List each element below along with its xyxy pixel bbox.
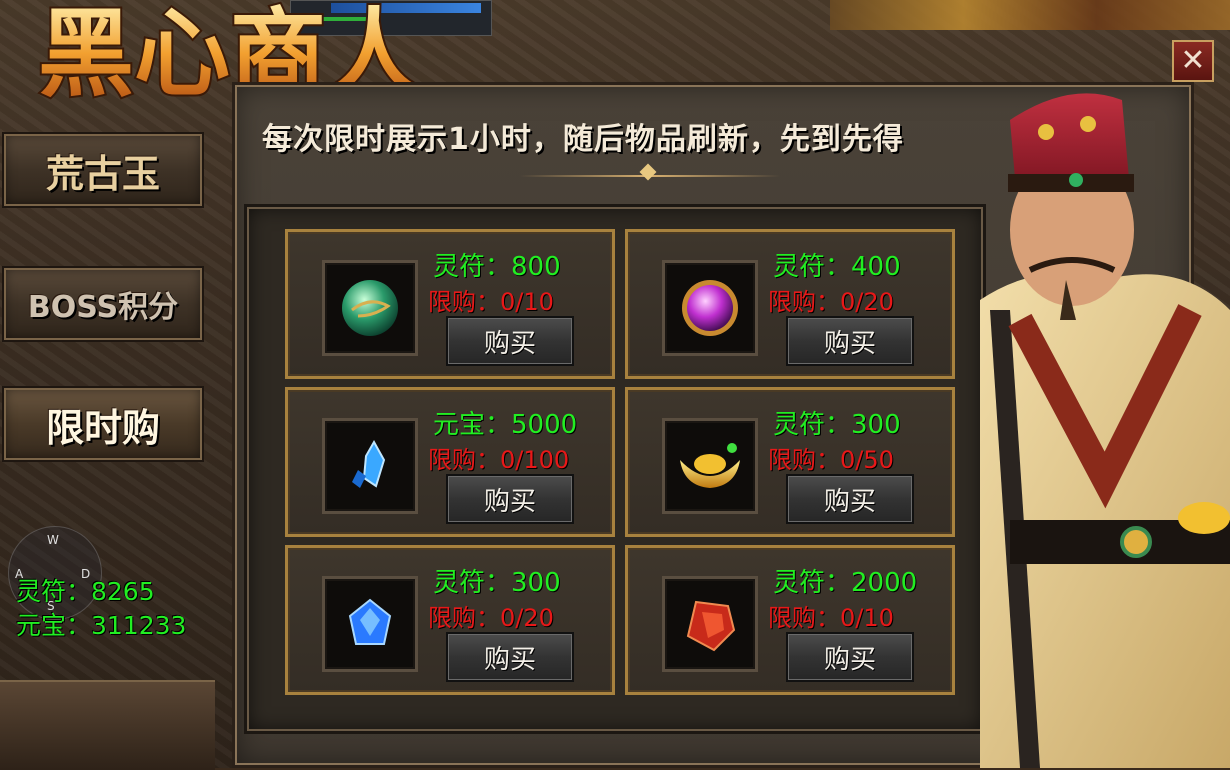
bottom-left-ornament [0, 680, 215, 770]
item-price: 灵符：400 [773, 252, 901, 282]
item-slot[interactable] [662, 418, 758, 514]
red-gem-icon [686, 600, 736, 652]
merchant-npc-portrait [980, 93, 1230, 768]
gold-ingot-icon [680, 443, 740, 488]
purple-orb-icon [682, 280, 738, 336]
buy-button[interactable]: 购买 [446, 474, 574, 524]
refresh-notice: 每次限时展示1小时，随后物品刷新，先到先得 [262, 122, 904, 157]
item-price: 灵符：2000 [773, 568, 918, 598]
item-slot[interactable] [322, 418, 418, 514]
item-purchase-limit: 限购：0/20 [428, 604, 554, 632]
item-slot[interactable] [662, 576, 758, 672]
sidebar-item-label: BOSS积分 [27, 290, 179, 325]
item-slot[interactable] [662, 260, 758, 356]
close-button[interactable]: ✕ [1172, 40, 1214, 82]
buy-button[interactable]: 购买 [446, 316, 574, 366]
buy-button[interactable]: 购买 [446, 632, 574, 682]
compass-label-w: W [47, 533, 59, 547]
item-purchase-limit: 限购：0/10 [428, 288, 554, 316]
shop-item-card: 灵符：300 限购：0/50 购买 [625, 387, 955, 537]
sidebar-item-label: 限时购 [45, 405, 160, 450]
yuanbao-balance: 元宝：311233 [16, 611, 187, 640]
sidebar-item-label: 荒古玉 [45, 151, 160, 196]
green-jade-orb-icon [342, 280, 398, 336]
shop-item-card: 灵符：300 限购：0/20 购买 [285, 545, 615, 695]
sidebar-item-huangguyu[interactable]: 荒古玉 [2, 132, 204, 208]
item-slot[interactable] [322, 260, 418, 356]
item-purchase-limit: 限购：0/100 [428, 446, 570, 474]
buy-button[interactable]: 购买 [786, 632, 914, 682]
sidebar-item-limited-buy[interactable]: 限时购 [2, 386, 204, 462]
top-right-buff-icons [830, 0, 1230, 30]
item-price: 灵符：800 [433, 252, 561, 282]
blue-gem-icon [348, 598, 392, 645]
shop-item-card: 灵符：800 限购：0/10 购买 [285, 229, 615, 379]
item-slot[interactable] [322, 576, 418, 672]
shop-item-card: 元宝：5000 限购：0/100 购买 [285, 387, 615, 537]
shop-item-card: 灵符：400 限购：0/20 购买 [625, 229, 955, 379]
shop-item-card: 灵符：2000 限购：0/10 购买 [625, 545, 955, 695]
buy-button[interactable]: 购买 [786, 474, 914, 524]
item-price: 元宝：5000 [433, 410, 578, 440]
item-grid: 灵符：800 限购：0/10 购买 灵符：400 限购：0/20 购买 元宝：5… [244, 204, 986, 734]
sidebar-item-boss-points[interactable]: BOSS积分 [2, 266, 204, 342]
close-icon: ✕ [1180, 43, 1206, 78]
item-purchase-limit: 限购：0/20 [768, 288, 894, 316]
item-purchase-limit: 限购：0/10 [768, 604, 894, 632]
lingfu-balance: 灵符：8265 [16, 577, 155, 606]
item-purchase-limit: 限购：0/50 [768, 446, 894, 474]
item-price: 灵符：300 [433, 568, 561, 598]
buy-button[interactable]: 购买 [786, 316, 914, 366]
item-price: 灵符：300 [773, 410, 901, 440]
blue-crystal-shard-icon [352, 439, 386, 488]
